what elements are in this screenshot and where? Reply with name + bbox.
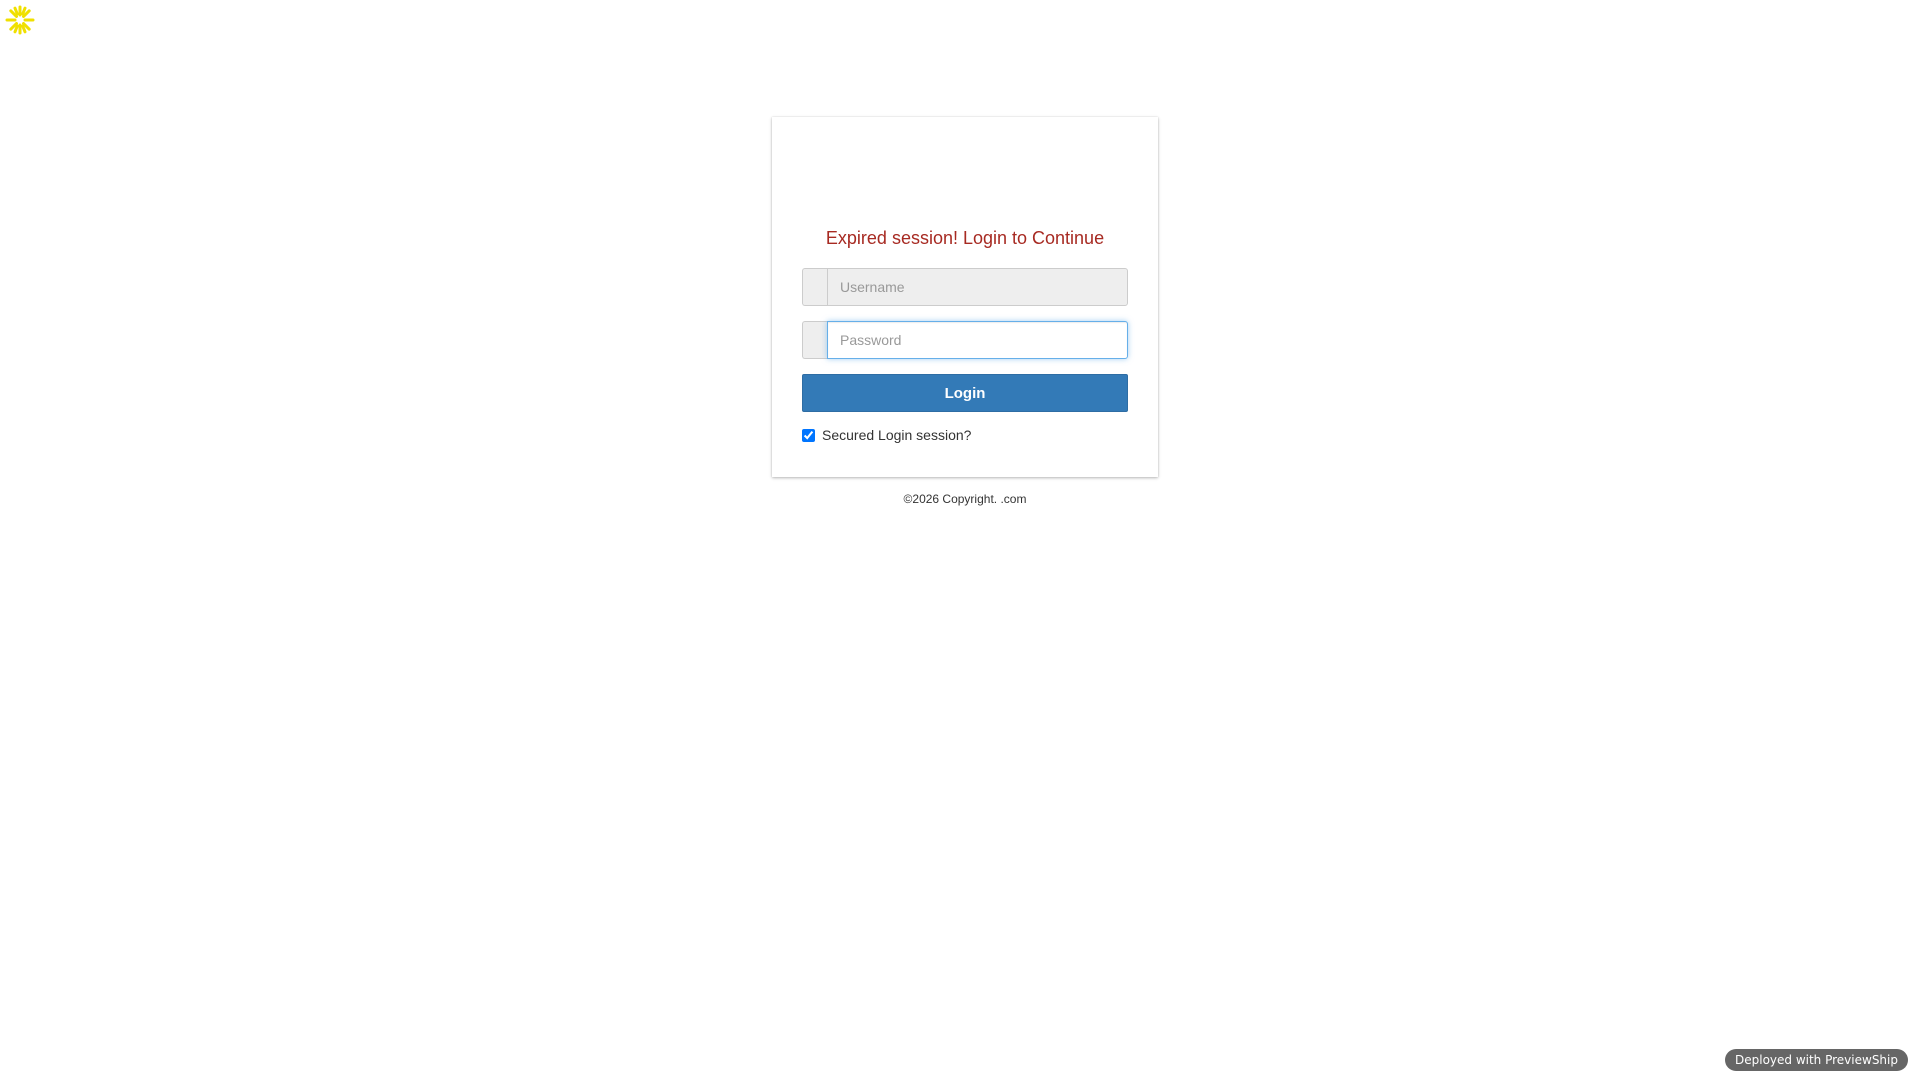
password-row bbox=[802, 321, 1128, 359]
login-button[interactable]: Login bbox=[802, 374, 1128, 412]
username-input[interactable] bbox=[827, 268, 1128, 306]
deploy-badge[interactable]: Deployed with PreviewShip bbox=[1725, 1049, 1908, 1071]
secure-session-option[interactable]: Secured Login session? bbox=[802, 427, 971, 443]
copyright-footer: ©2026 Copyright. .com bbox=[903, 492, 1027, 506]
secure-session-label: Secured Login session? bbox=[822, 427, 972, 443]
secure-session-checkbox[interactable] bbox=[802, 428, 815, 442]
password-addon bbox=[802, 321, 827, 359]
username-addon bbox=[802, 268, 827, 306]
logo-area bbox=[772, 117, 1158, 227]
login-card: Expired session! Login to Continue Login… bbox=[772, 117, 1158, 477]
username-row bbox=[802, 268, 1128, 306]
password-input[interactable] bbox=[827, 321, 1128, 359]
session-expired-title: Expired session! Login to Continue bbox=[825, 228, 1105, 248]
spinner-icon bbox=[5, 5, 35, 35]
